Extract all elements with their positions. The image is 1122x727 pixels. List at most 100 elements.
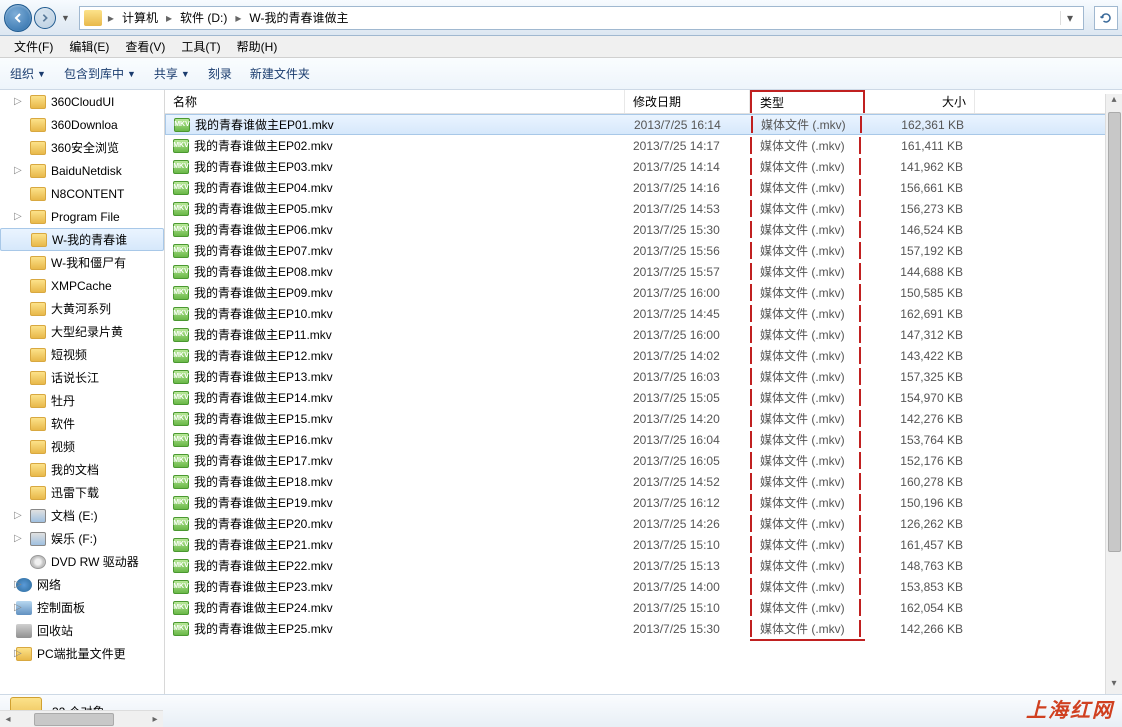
tree-item[interactable]: ▷娱乐 (F:) [0, 527, 164, 550]
file-row[interactable]: MKV我的青春谁做主EP04.mkv2013/7/25 14:16媒体文件 (.… [165, 177, 1122, 198]
file-row[interactable]: MKV我的青春谁做主EP01.mkv2013/7/25 16:14媒体文件 (.… [165, 114, 1122, 135]
expand-arrow-icon[interactable]: ▷ [14, 533, 22, 544]
column-date[interactable]: 修改日期 [625, 90, 750, 113]
file-row[interactable]: MKV我的青春谁做主EP15.mkv2013/7/25 14:20媒体文件 (.… [165, 408, 1122, 429]
file-row[interactable]: MKV我的青春谁做主EP09.mkv2013/7/25 16:00媒体文件 (.… [165, 282, 1122, 303]
tree-item[interactable]: ▷BaiduNetdisk [0, 159, 164, 182]
tree-item[interactable]: ▷ 网络 [0, 573, 164, 596]
tree-item[interactable]: 牡丹 [0, 389, 164, 412]
file-type: 媒体文件 (.mkv) [750, 137, 861, 154]
file-type: 媒体文件 (.mkv) [750, 431, 861, 448]
mkv-file-icon: MKV [173, 181, 189, 195]
organize-button[interactable]: 组织▼ [10, 65, 46, 82]
file-name: 我的青春谁做主EP18.mkv [194, 473, 333, 490]
file-row[interactable]: MKV我的青春谁做主EP18.mkv2013/7/25 14:52媒体文件 (.… [165, 471, 1122, 492]
breadcrumb-part[interactable]: W-我的青春谁做主 [243, 9, 354, 26]
folder-icon [31, 233, 47, 247]
tree-item-label: 网络 [37, 576, 61, 593]
burn-button[interactable]: 刻录 [208, 65, 232, 82]
file-row[interactable]: MKV我的青春谁做主EP03.mkv2013/7/25 14:14媒体文件 (.… [165, 156, 1122, 177]
menu-file[interactable]: 文件(F) [6, 38, 61, 55]
tree-item[interactable]: 我的文档 [0, 458, 164, 481]
breadcrumb-part[interactable]: 计算机 [116, 9, 164, 26]
tree-item[interactable]: 回收站 [0, 619, 164, 642]
file-row[interactable]: MKV我的青春谁做主EP17.mkv2013/7/25 16:05媒体文件 (.… [165, 450, 1122, 471]
breadcrumb[interactable]: ▸ 计算机 ▸ 软件 (D:) ▸ W-我的青春谁做主 ▾ [79, 6, 1084, 30]
file-row[interactable]: MKV我的青春谁做主EP02.mkv2013/7/25 14:17媒体文件 (.… [165, 135, 1122, 156]
tree-item[interactable]: ▷控制面板 [0, 596, 164, 619]
folder-icon [30, 187, 46, 201]
file-list[interactable]: 名称 修改日期 类型 大小 MKV我的青春谁做主EP01.mkv2013/7/2… [165, 90, 1122, 694]
file-row[interactable]: MKV我的青春谁做主EP06.mkv2013/7/25 15:30媒体文件 (.… [165, 219, 1122, 240]
file-row[interactable]: MKV我的青春谁做主EP05.mkv2013/7/25 14:53媒体文件 (.… [165, 198, 1122, 219]
tree-item[interactable]: ▷Program File [0, 205, 164, 228]
tree-item[interactable]: ▷PC端批量文件更 [0, 642, 164, 665]
navigation-bar: ▼ ▸ 计算机 ▸ 软件 (D:) ▸ W-我的青春谁做主 ▾ [0, 0, 1122, 36]
file-row[interactable]: MKV我的青春谁做主EP20.mkv2013/7/25 14:26媒体文件 (.… [165, 513, 1122, 534]
scroll-up-icon[interactable]: ▴ [1106, 94, 1122, 110]
mkv-file-icon: MKV [173, 160, 189, 174]
file-row[interactable]: MKV我的青春谁做主EP24.mkv2013/7/25 15:10媒体文件 (.… [165, 597, 1122, 618]
file-row[interactable]: MKV我的青春谁做主EP22.mkv2013/7/25 15:13媒体文件 (.… [165, 555, 1122, 576]
history-dropdown[interactable]: ▼ [58, 13, 73, 23]
menu-help[interactable]: 帮助(H) [229, 38, 286, 55]
file-row[interactable]: MKV我的青春谁做主EP14.mkv2013/7/25 15:05媒体文件 (.… [165, 387, 1122, 408]
tree-item[interactable]: W-我和僵尸有 [0, 251, 164, 274]
expand-arrow-icon[interactable]: ▷ [14, 96, 22, 107]
tree-item[interactable]: 大型纪录片黄 [0, 320, 164, 343]
scroll-down-icon[interactable]: ▾ [1106, 678, 1122, 694]
forward-button[interactable] [34, 7, 56, 29]
file-row[interactable]: MKV我的青春谁做主EP21.mkv2013/7/25 15:10媒体文件 (.… [165, 534, 1122, 555]
tree-item[interactable]: N8CONTENT [0, 182, 164, 205]
column-name[interactable]: 名称 [165, 90, 625, 113]
refresh-button[interactable] [1094, 6, 1118, 30]
tree-item-label: XMPCache [51, 279, 112, 293]
file-row[interactable]: MKV我的青春谁做主EP25.mkv2013/7/25 15:30媒体文件 (.… [165, 618, 1122, 639]
menu-edit[interactable]: 编辑(E) [61, 38, 117, 55]
column-type[interactable]: 类型 [750, 90, 865, 113]
file-row[interactable]: MKV我的青春谁做主EP11.mkv2013/7/25 16:00媒体文件 (.… [165, 324, 1122, 345]
tree-item[interactable]: 视频 [0, 435, 164, 458]
new-folder-button[interactable]: 新建文件夹 [250, 65, 310, 82]
tree-item[interactable]: 软件 [0, 412, 164, 435]
folder-tree[interactable]: ▷360CloudUI360Downloa360安全浏览▷BaiduNetdis… [0, 90, 165, 694]
menu-view[interactable]: 查看(V) [117, 38, 173, 55]
tree-item[interactable]: 大黄河系列 [0, 297, 164, 320]
tree-item[interactable]: ▷360CloudUI [0, 90, 164, 113]
file-row[interactable]: MKV我的青春谁做主EP19.mkv2013/7/25 16:12媒体文件 (.… [165, 492, 1122, 513]
include-library-button[interactable]: 包含到库中▼ [64, 65, 136, 82]
share-button[interactable]: 共享▼ [154, 65, 190, 82]
expand-arrow-icon[interactable]: ▷ [14, 165, 22, 176]
tree-item[interactable]: 360Downloa [0, 113, 164, 136]
file-row[interactable]: MKV我的青春谁做主EP10.mkv2013/7/25 14:45媒体文件 (.… [165, 303, 1122, 324]
vertical-scrollbar[interactable]: ▴ ▾ [1105, 94, 1122, 694]
file-row[interactable]: MKV我的青春谁做主EP23.mkv2013/7/25 14:00媒体文件 (.… [165, 576, 1122, 597]
scrollbar-thumb[interactable] [1108, 112, 1121, 552]
tree-item[interactable]: DVD RW 驱动器 [0, 550, 164, 573]
file-row[interactable]: MKV我的青春谁做主EP16.mkv2013/7/25 16:04媒体文件 (.… [165, 429, 1122, 450]
tree-item-label: 牡丹 [51, 392, 75, 409]
back-button[interactable] [4, 4, 32, 32]
breadcrumb-part[interactable]: 软件 (D:) [174, 9, 233, 26]
file-row[interactable]: MKV我的青春谁做主EP08.mkv2013/7/25 15:57媒体文件 (.… [165, 261, 1122, 282]
menu-tools[interactable]: 工具(T) [173, 38, 228, 55]
tree-item[interactable]: 360安全浏览 [0, 136, 164, 159]
expand-arrow-icon[interactable]: ▷ [14, 602, 22, 613]
tree-item[interactable]: XMPCache [0, 274, 164, 297]
tree-item[interactable]: 短视频 [0, 343, 164, 366]
file-type: 媒体文件 (.mkv) [750, 410, 861, 427]
expand-arrow-icon[interactable]: ▷ [14, 579, 22, 590]
column-size[interactable]: 大小 [865, 90, 975, 113]
tree-item[interactable]: ▷文档 (E:) [0, 504, 164, 527]
tree-item[interactable]: 迅雷下载 [0, 481, 164, 504]
tree-item[interactable]: 话说长江 [0, 366, 164, 389]
expand-arrow-icon[interactable]: ▷ [14, 211, 22, 222]
expand-arrow-icon[interactable]: ▷ [14, 510, 22, 521]
breadcrumb-dropdown[interactable]: ▾ [1060, 11, 1079, 25]
file-row[interactable]: MKV我的青春谁做主EP12.mkv2013/7/25 14:02媒体文件 (.… [165, 345, 1122, 366]
file-row[interactable]: MKV我的青春谁做主EP13.mkv2013/7/25 16:03媒体文件 (.… [165, 366, 1122, 387]
tree-item[interactable]: W-我的青春谁 [0, 228, 164, 251]
file-row[interactable]: MKV我的青春谁做主EP07.mkv2013/7/25 15:56媒体文件 (.… [165, 240, 1122, 261]
folder-icon [30, 118, 46, 132]
expand-arrow-icon[interactable]: ▷ [14, 648, 22, 659]
